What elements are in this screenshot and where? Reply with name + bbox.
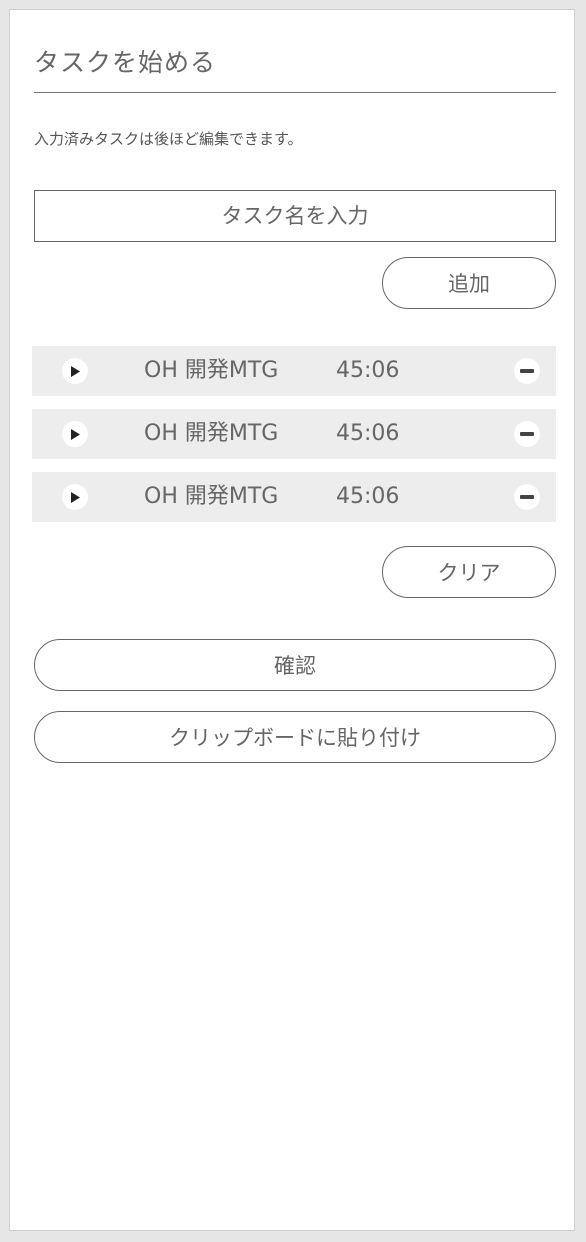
remove-task-button[interactable]	[514, 358, 540, 384]
hint-text: 入力済みタスクは後ほど編集できます。	[34, 130, 303, 148]
minus-icon	[520, 369, 534, 373]
task-row: OH 開発MTG 45:06	[32, 472, 556, 522]
clear-button[interactable]: クリア	[382, 546, 556, 598]
minus-icon	[520, 432, 534, 436]
add-button[interactable]: 追加	[382, 257, 556, 309]
remove-task-button[interactable]	[514, 421, 540, 447]
task-name: OH 開発MTG	[144, 358, 279, 383]
play-icon	[71, 491, 80, 503]
task-row: OH 開発MTG 45:06	[32, 346, 556, 396]
remove-task-button[interactable]	[514, 484, 540, 510]
play-icon	[71, 428, 80, 440]
task-name-input[interactable]	[34, 190, 556, 242]
task-time: 45:06	[336, 421, 400, 446]
task-time: 45:06	[336, 484, 400, 509]
paste-to-clipboard-button[interactable]: クリップボードに貼り付け	[34, 711, 556, 763]
play-button[interactable]	[62, 358, 88, 384]
task-row: OH 開発MTG 45:06	[32, 409, 556, 459]
task-name: OH 開発MTG	[144, 484, 279, 509]
play-button[interactable]	[62, 484, 88, 510]
play-icon	[71, 365, 80, 377]
task-time: 45:06	[336, 358, 400, 383]
confirm-button[interactable]: 確認	[34, 639, 556, 691]
play-button[interactable]	[62, 421, 88, 447]
page-title: タスクを始める	[34, 46, 556, 93]
task-name: OH 開発MTG	[144, 421, 279, 446]
minus-icon	[520, 495, 534, 499]
app-screen: タスクを始める 入力済みタスクは後ほど編集できます。 追加 OH 開発MTG 4…	[9, 9, 575, 1231]
